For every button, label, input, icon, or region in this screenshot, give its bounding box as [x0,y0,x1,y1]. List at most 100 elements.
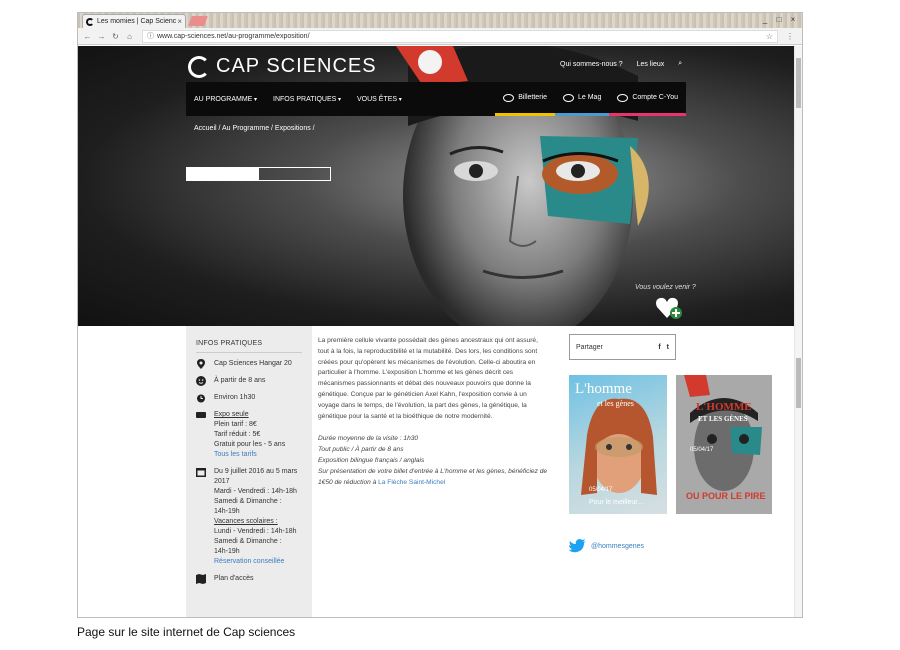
back-button[interactable]: ← [82,32,93,41]
tab-compte-c-you[interactable]: Compte C-You [609,82,686,116]
scrollbar-thumb-mid[interactable] [796,358,801,408]
dates-l2: Samedi & Dimanche : [214,498,282,505]
access-text: Plan d'accès [214,575,254,582]
tab-bar: Les momies | Cap Scienc × _ □ × [78,13,802,28]
detail-audience: Tout public / À partir de 8 ans [318,446,404,454]
ticket-icon [503,93,515,102]
twitter-bird-icon [569,539,586,553]
detail-language: Exposition bilingue français / anglais [318,456,425,464]
poster-pour-le-meilleur[interactable]: L'homme et les gènes 05/04/17 Pour le me… [569,375,667,514]
toplink-places[interactable]: Les lieux [637,61,665,68]
detail-duration: Durée moyenne de la visite : 1h30 [318,435,419,443]
browser-tab[interactable]: Les momies | Cap Scienc × [82,14,186,28]
tab-le-mag[interactable]: Le Mag [554,82,610,116]
tab-billetterie[interactable]: Billetterie [495,82,555,116]
info-access[interactable]: Plan d'accès [196,574,302,584]
page-viewport: CAP SCIENCES Qui sommes-nous ? Les lieux… [78,46,794,617]
dates-year: 2017 [214,478,230,485]
fleche-saint-michel-link[interactable]: La Flèche Saint-Michel [378,479,445,486]
tab-compte-label: Compte C-You [632,94,678,101]
poster1-foot: Pour le meilleur… [589,499,645,506]
age-text: À partir de 8 ans [214,377,266,384]
poster1-title: L'homme [575,381,632,397]
poster2-subtitle: ET LES GÈNES [698,415,748,423]
info-pricing: Expo seule Plein tarif : 8€ Tarif réduit… [196,410,302,460]
breadcrumb[interactable]: Accueil / Au Programme / Expositions / [194,125,315,132]
want-to-come-label: Vous voulez venir ? [635,284,696,291]
logo-text: CAP SCIENCES [216,55,377,77]
dates-holidays: Vacances scolaires : [214,518,278,525]
browser-window: Les momies | Cap Scienc × _ □ × ← → ↻ ⌂ … [77,12,803,618]
dates-l3: 14h-19h [214,508,240,515]
home-button[interactable]: ⌂ [124,32,135,41]
heart-add-icon[interactable] [655,296,683,320]
account-icon [617,93,629,102]
poster1-date: 05/04/17 [589,487,613,493]
info-location: Cap Sciences Hangar 20 [196,359,302,369]
dates-range: Du 9 juillet 2016 au 5 mars [214,468,298,475]
share-label: Partager [576,343,603,351]
figure-caption: Page sur le site internet de Cap science… [77,625,296,639]
face-icon [196,376,206,386]
twitter-follow[interactable]: @hommesgenes [569,539,644,553]
hero-progress-fill [187,168,259,180]
bookmark-star-icon[interactable]: ☆ [766,32,773,41]
ticket-icon [196,412,206,418]
info-duration: Environ 1h30 [196,393,302,403]
nav-infos-pratiques[interactable]: INFOS PRATIQUES [265,96,349,103]
close-window-button[interactable]: × [788,14,798,24]
info-dates: Du 9 juillet 2016 au 5 mars 2017 Mardi -… [196,467,302,567]
new-tab-button[interactable] [188,16,208,26]
tab-close-icon[interactable]: × [177,17,182,26]
nav-vous-etes[interactable]: VOUS ÊTES [349,96,410,103]
main-nav: AU PROGRAMME INFOS PRATIQUES VOUS ÊTES B… [186,82,686,116]
address-bar: ← → ↻ ⌂ ⓘ www.cap-sciences.net/au-progra… [78,28,802,45]
browser-menu-icon[interactable]: ⋮ [786,32,794,41]
poster2-title: L'HOMME [696,401,752,413]
nav-au-programme[interactable]: AU PROGRAMME [186,96,265,103]
site-favicon-icon [86,17,94,26]
sidebar-title: INFOS PRATIQUES [196,340,302,353]
reload-button[interactable]: ↻ [110,32,121,41]
url-input[interactable]: ⓘ www.cap-sciences.net/au-programme/expo… [142,29,778,43]
facebook-icon[interactable]: f [658,344,660,351]
alarm-clock-icon [197,394,205,403]
pricing-free: Gratuit pour les - 5 ans [214,441,286,448]
poster2-date: 05/04/17 [690,447,714,453]
maximize-button[interactable]: □ [774,14,784,24]
toplink-about[interactable]: Qui sommes-nous ? [560,61,623,68]
dates-l4: Lundi - Vendredi : 14h-18h [214,528,297,535]
page-scrollbar[interactable] [794,46,802,617]
exhibition-description: La première cellule vivante possédait de… [318,336,548,488]
location-pin-icon [197,359,205,369]
dates-l5: Samedi & Dimanche : [214,538,282,545]
cap-sciences-logo[interactable]: CAP SCIENCES [188,55,377,78]
location-text: Cap Sciences Hangar 20 [214,360,292,367]
tab-title: Les momies | Cap Scienc [97,18,177,25]
forward-button[interactable]: → [96,32,107,41]
search-icon[interactable]: ⌕ [678,60,682,68]
poster1-subtitle: et les gènes [597,399,634,408]
duration-text: Environ 1h30 [214,394,256,401]
share-box: Partager f t [569,334,676,360]
mag-icon [562,93,574,102]
top-links: Qui sommes-nous ? Les lieux ⌕ [560,60,682,68]
pricing-header: Expo seule [214,411,249,418]
scrollbar-thumb-top[interactable] [796,58,801,108]
description-paragraph: La première cellule vivante possédait de… [318,337,538,420]
all-prices-link[interactable]: Tous les tarifs [214,450,285,460]
booking-link[interactable]: Réservation conseillée [214,557,297,567]
window-controls: _ □ × [760,14,798,24]
poster2-foot: OU POUR LE PIRE [686,491,766,501]
site-info-icon[interactable]: ⓘ [147,31,154,41]
twitter-share-icon[interactable]: t [667,344,669,351]
tab-billetterie-label: Billetterie [518,94,547,101]
hero-progress-bar [186,167,331,181]
minimize-button[interactable]: _ [760,14,770,24]
hero-banner: CAP SCIENCES Qui sommes-nous ? Les lieux… [78,46,794,326]
dates-l6: 14h-19h [214,548,240,555]
pricing-reduced: Tarif réduit : 5€ [214,431,261,438]
calendar-icon [196,468,206,477]
poster-ou-pour-le-pire[interactable]: L'HOMME ET LES GÈNES 05/04/17 OU POUR LE… [676,375,772,514]
map-icon [196,574,206,584]
